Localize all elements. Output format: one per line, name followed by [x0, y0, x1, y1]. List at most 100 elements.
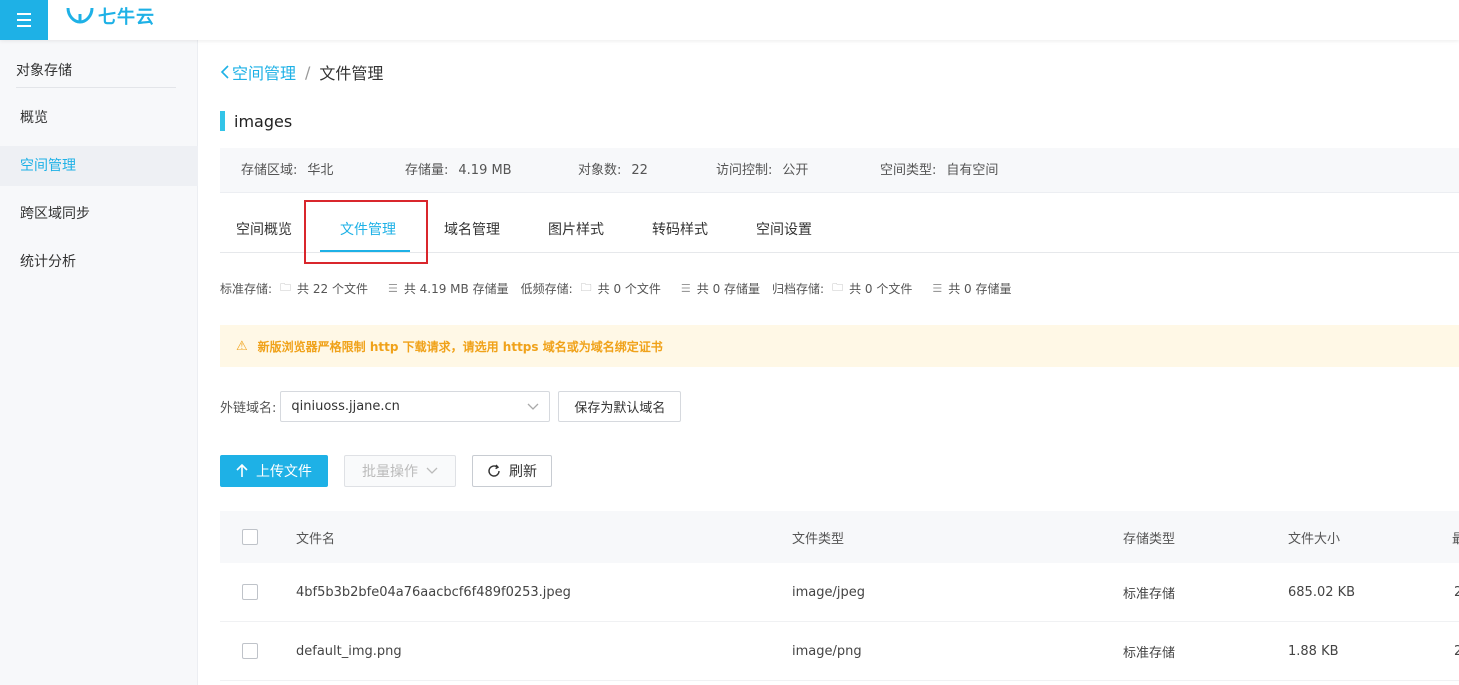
folder-icon: 🗀: [580, 281, 592, 294]
sidebar-item-cross-region-sync[interactable]: 跨区域同步: [0, 194, 198, 234]
row-checkbox-cell: [242, 622, 258, 680]
refresh-icon: [488, 464, 500, 477]
domain-select-value: qiniuoss.jjane.cn: [291, 399, 400, 414]
stat-standard-label: 标准存储:: [220, 282, 273, 296]
cell-file-type: image/png: [792, 643, 862, 659]
cell-last-column: 2: [1454, 584, 1459, 600]
table-row[interactable]: 4bf5b3b2bfe04a76aacbcf6f489f0253.jpeg im…: [220, 563, 1459, 622]
row-checkbox[interactable]: [242, 584, 258, 600]
folder-icon: 🗀: [280, 281, 292, 294]
stat-low-size: 共 0 存储量: [696, 282, 761, 296]
breadcrumb-current: 文件管理: [319, 64, 384, 83]
warning-icon: ⚠: [236, 338, 248, 354]
info-objects-value: 22: [631, 163, 648, 178]
batch-operations-button[interactable]: 批量操作: [344, 455, 456, 487]
domain-row: 外链域名: qiniuoss.jjane.cn 保存为默认域名: [220, 391, 682, 422]
sidebar-item-bucket-management[interactable]: 空间管理: [0, 146, 198, 186]
header-file-name[interactable]: 文件名: [296, 511, 335, 563]
cell-storage-type: 标准存储: [1123, 645, 1176, 661]
sidebar: 对象存储 概览 空间管理 跨区域同步 统计分析: [0, 40, 198, 685]
stat-low-label: 低频存储:: [520, 282, 573, 296]
tab-bucket-overview[interactable]: 空间概览: [236, 208, 292, 253]
stat-archive-label: 归档存储:: [772, 282, 825, 296]
stat-low-files: 共 0 个文件: [597, 282, 661, 296]
main-content: 空间管理 / 文件管理 images 存储区域: 华北 存储量: 4.19 MB 对…: [198, 40, 1459, 685]
row-checkbox-cell: [242, 563, 258, 621]
upload-file-label: 上传文件: [256, 464, 312, 480]
header-file-type[interactable]: 文件类型: [792, 511, 844, 563]
sidebar-item-overview[interactable]: 概览: [0, 98, 198, 138]
tab-image-styles[interactable]: 图片样式: [548, 208, 604, 253]
tab-transcode-styles[interactable]: 转码样式: [652, 208, 708, 253]
upload-file-button[interactable]: 上传文件: [220, 455, 328, 487]
cell-file-name[interactable]: 4bf5b3b2bfe04a76aacbcf6f489f0253.jpeg: [296, 563, 571, 621]
info-region-value: 华北: [307, 163, 334, 178]
header-file-size[interactable]: 文件大小: [1288, 511, 1340, 563]
table-row[interactable]: default_img.png image/png 标准存储 1.88 KB 2: [220, 622, 1459, 681]
domain-label: 外链域名:: [220, 401, 277, 416]
cell-file-size: 1.88 KB: [1288, 643, 1339, 659]
info-storage-label: 存储量:: [405, 163, 449, 178]
header-storage-type[interactable]: 存储类型: [1123, 511, 1175, 563]
info-region: 存储区域: 华北: [241, 148, 333, 193]
cell-last-column: 2: [1454, 643, 1459, 659]
cell-file-type: image/jpeg: [792, 584, 865, 600]
bucket-info-bar: 存储区域: 华北 存储量: 4.19 MB 对象数: 22 访问控制: 公开 空间类型:…: [220, 148, 1459, 193]
qiniu-logo-icon: [66, 7, 94, 24]
stat-standard-files: 共 22 个文件: [297, 282, 368, 296]
sidebar-item-statistics[interactable]: 统计分析: [0, 242, 198, 282]
folder-icon: 🗀: [832, 281, 844, 294]
sidebar-section-title: 对象存储: [16, 63, 72, 79]
save-default-domain-button[interactable]: 保存为默认域名: [558, 391, 682, 422]
logo[interactable]: 七牛云: [66, 4, 155, 28]
info-access: 访问控制: 公开: [716, 148, 808, 193]
menu-icon[interactable]: [0, 0, 48, 40]
info-objects: 对象数: 22: [578, 148, 648, 193]
stat-archive-size: 共 0 存储量: [948, 282, 1012, 296]
file-actions: 上传文件 批量操作 刷新: [220, 455, 552, 487]
info-access-label: 访问控制:: [716, 163, 773, 178]
header-last-column[interactable]: 最: [1452, 511, 1459, 563]
batch-operations-label: 批量操作: [362, 464, 418, 480]
chevron-down-icon: [527, 403, 539, 410]
top-bar: 七牛云: [0, 0, 1459, 40]
breadcrumb-back-label: 空间管理: [232, 64, 297, 83]
domain-select[interactable]: qiniuoss.jjane.cn: [280, 391, 551, 422]
arrow-up-icon: [236, 464, 248, 477]
info-access-value: 公开: [782, 163, 809, 178]
chevron-down-icon: [426, 467, 438, 474]
cell-storage-type: 标准存储: [1123, 586, 1176, 602]
info-type: 空间类型: 自有空间: [880, 148, 998, 193]
info-storage: 存储量: 4.19 MB: [405, 148, 512, 193]
select-all-checkbox[interactable]: [242, 529, 258, 545]
cell-file-size: 685.02 KB: [1288, 584, 1356, 600]
info-storage-value: 4.19 MB: [458, 163, 512, 178]
chevron-left-icon: [220, 65, 229, 79]
tab-bucket-settings[interactable]: 空间设置: [756, 208, 812, 253]
breadcrumb: 空间管理 / 文件管理: [220, 60, 383, 84]
title-accent-bar: [220, 111, 225, 131]
cell-file-name[interactable]: default_img.png: [296, 622, 402, 680]
storage-stats: 标准存储: 🗀 共 22 个文件 ☰ 共 4.19 MB 存储量 低频存储: 🗀…: [220, 279, 1023, 298]
tab-domain-management[interactable]: 域名管理: [444, 208, 500, 253]
select-all-checkbox-cell: [242, 511, 258, 563]
info-type-value: 自有空间: [946, 163, 999, 178]
https-warning-notice: ⚠ 新版浏览器严格限制 http 下载请求，请选用 https 域名或为域名绑定…: [220, 325, 1459, 367]
bucket-name: images: [234, 111, 293, 131]
sidebar-divider: [16, 87, 176, 88]
notice-text: 新版浏览器严格限制 http 下载请求，请选用 https 域名或为域名绑定证书: [257, 339, 663, 354]
stat-archive-files: 共 0 个文件: [849, 282, 913, 296]
breadcrumb-separator: /: [305, 62, 311, 82]
logo-text: 七牛云: [98, 7, 155, 28]
refresh-button[interactable]: 刷新: [472, 455, 552, 487]
highlight-annotation-box: [304, 200, 428, 264]
file-icon: ☰: [387, 282, 398, 295]
breadcrumb-back-link[interactable]: 空间管理: [220, 60, 296, 84]
row-checkbox[interactable]: [242, 643, 258, 659]
file-icon: ☰: [932, 282, 943, 295]
file-table: 文件名 文件类型 存储类型 文件大小 最 4bf5b3b2bfe04a76aac…: [220, 511, 1459, 681]
table-header: 文件名 文件类型 存储类型 文件大小 最: [220, 511, 1459, 563]
info-region-label: 存储区域:: [241, 163, 298, 178]
info-type-label: 空间类型:: [880, 163, 937, 178]
info-objects-label: 对象数:: [578, 163, 622, 178]
